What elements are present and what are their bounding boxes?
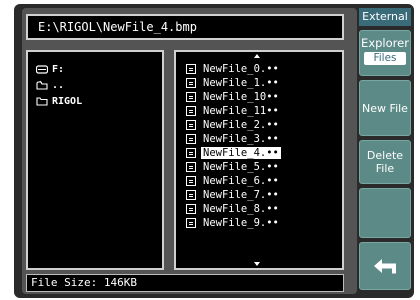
file-name: NewFile_5.•• (203, 161, 279, 173)
file-list-item[interactable]: NewFile_9.•• (186, 216, 340, 230)
file-icon (186, 92, 196, 102)
file-icon (186, 78, 196, 88)
path-bar: E:\RIGOL\NewFile_4.bmp (26, 14, 344, 40)
file-list-item[interactable]: NewFile_10•• (186, 90, 340, 104)
file-name: NewFile_1.•• (203, 77, 279, 89)
delete-file-label: Delete File (366, 149, 404, 175)
explorer-button[interactable]: Explorer Files (359, 30, 411, 76)
file-icon (186, 64, 196, 74)
directory-item-rigol[interactable]: RIGOL (36, 94, 82, 108)
file-icon (186, 106, 196, 116)
explorer-value: Files (364, 52, 406, 65)
file-list-item[interactable]: NewFile_8.•• (186, 202, 340, 216)
parent-folder-icon (36, 80, 48, 90)
file-list-item[interactable]: NewFile_11•• (186, 104, 340, 118)
file-name: NewFile_9.•• (203, 217, 279, 229)
directory-pane[interactable]: F: .. RIGOL (26, 50, 164, 270)
back-button[interactable] (359, 242, 411, 290)
file-icon (186, 134, 196, 144)
file-list-item[interactable]: NewFile_5.•• (186, 160, 340, 174)
file-name: NewFile_4.•• (201, 147, 281, 159)
file-list: NewFile_0.•• NewFile_1.•• NewFile_10•• NewF… (186, 62, 340, 230)
new-file-label: New File (362, 101, 408, 115)
explorer-label: Explorer (361, 36, 409, 50)
file-list-item[interactable]: NewFile_4.•• (186, 146, 340, 160)
file-name: NewFile_7.•• (203, 189, 279, 201)
directory-item-drive[interactable]: F: (36, 62, 64, 76)
empty-softkey[interactable] (359, 188, 411, 238)
softkey-menu: External Explorer Files New File Delete … (359, 8, 411, 294)
file-name: NewFile_10•• (203, 91, 279, 103)
file-name: NewFile_6.•• (203, 175, 279, 187)
file-icon (186, 162, 196, 172)
file-icon (186, 190, 196, 200)
file-list-item[interactable]: NewFile_2.•• (186, 118, 340, 132)
menu-title: External (359, 8, 411, 26)
oscilloscope-screen: E:\RIGOL\NewFile_4.bmp F: .. RIGOL NewFi… (14, 4, 414, 298)
scroll-down-icon[interactable] (254, 262, 260, 266)
directory-item-parent[interactable]: .. (36, 78, 64, 92)
file-icon (186, 176, 196, 186)
directory-item-label: F: (52, 63, 65, 75)
file-name: NewFile_11•• (203, 105, 279, 117)
file-list-item[interactable]: NewFile_0.•• (186, 62, 340, 76)
file-list-item[interactable]: NewFile_6.•• (186, 174, 340, 188)
file-list-item[interactable]: NewFile_7.•• (186, 188, 340, 202)
file-name: NewFile_2.•• (203, 119, 279, 131)
scroll-up-icon[interactable] (254, 54, 260, 58)
delete-file-button[interactable]: Delete File (359, 140, 411, 184)
file-name: NewFile_3.•• (203, 133, 279, 145)
file-list-pane[interactable]: NewFile_0.•• NewFile_1.•• NewFile_10•• NewF… (174, 50, 344, 270)
file-icon (186, 148, 196, 158)
file-icon (186, 120, 196, 130)
file-icon (186, 204, 196, 214)
drive-icon (36, 65, 48, 74)
return-arrow-icon (374, 259, 396, 274)
file-manager-panel: E:\RIGOL\NewFile_4.bmp F: .. RIGOL NewFi… (22, 8, 357, 294)
file-list-item[interactable]: NewFile_3.•• (186, 132, 340, 146)
file-name: NewFile_8.•• (203, 203, 279, 215)
directory-item-label: RIGOL (52, 95, 83, 107)
new-file-button[interactable]: New File (359, 80, 411, 136)
folder-icon (36, 97, 48, 106)
directory-item-label: .. (52, 79, 65, 91)
file-list-item[interactable]: NewFile_1.•• (186, 76, 340, 90)
file-icon (186, 218, 196, 228)
file-size-status: File Size: 146KB (26, 274, 344, 292)
file-name: NewFile_0.•• (203, 63, 279, 75)
